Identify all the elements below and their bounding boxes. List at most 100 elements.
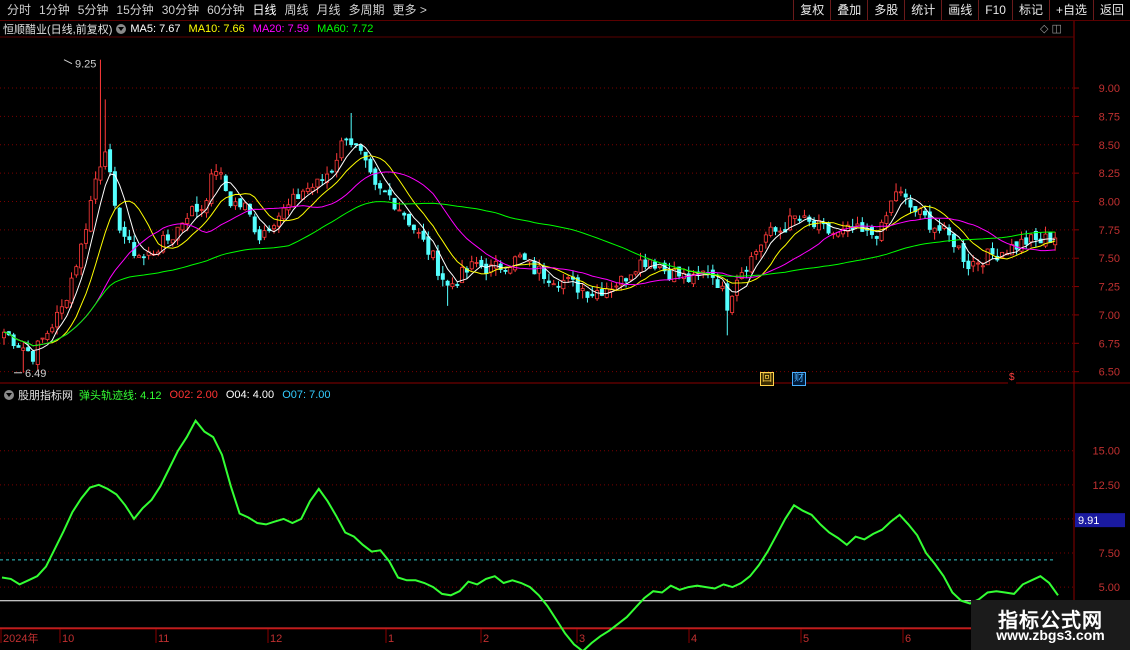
candle-body: [218, 172, 223, 175]
candle-body: [884, 215, 889, 224]
y-tick-label: 7.25: [1099, 282, 1120, 294]
candle-body: [484, 263, 489, 275]
candle-body: [69, 277, 74, 304]
y-tick-label: 5.00: [1099, 582, 1120, 594]
candle-body: [874, 236, 879, 239]
series-line-弹头轨迹线: [1, 418, 1059, 650]
candle-body: [344, 138, 349, 141]
candle-body: [1029, 234, 1034, 243]
y-tick-label: 9.00: [1099, 83, 1120, 95]
candle-body: [194, 203, 199, 212]
candle-body: [214, 171, 219, 176]
candle-body: [976, 262, 981, 265]
candle-body: [937, 225, 942, 231]
candle-body: [614, 285, 619, 288]
candle-body: [416, 232, 421, 234]
candle-body: [358, 144, 363, 151]
candle-body: [407, 213, 412, 226]
watermark-logo: 指标公式网 www.zbgs3.com: [971, 600, 1130, 650]
x-tick-label: 1: [388, 633, 394, 645]
candle-body: [79, 243, 84, 269]
candle-body: [329, 170, 334, 173]
annotation-label: 6.49: [25, 368, 46, 380]
candle-body: [2, 331, 7, 339]
candle-body: [382, 190, 387, 193]
watermark-url: www.zbgs3.com: [996, 627, 1105, 643]
candle-body: [305, 187, 310, 192]
candle-body: [971, 261, 976, 267]
y-tick-label: 8.75: [1099, 111, 1120, 123]
candle-body: [411, 224, 416, 231]
candle-body: [595, 290, 600, 300]
candle-body: [816, 220, 821, 231]
candle-body: [503, 269, 508, 272]
candle-body: [349, 138, 354, 146]
candle-body: [734, 279, 739, 296]
candle-body: [802, 215, 807, 218]
candle-body: [855, 223, 860, 227]
candle-body: [1048, 231, 1053, 243]
candle-body: [585, 291, 590, 298]
x-tick-label: 11: [158, 633, 169, 645]
candle-body: [127, 236, 132, 241]
candle-body: [233, 201, 238, 207]
candle-body: [894, 191, 899, 202]
y-tick-label: 7.00: [1099, 310, 1120, 322]
candle-body: [435, 250, 440, 276]
candle-body: [701, 270, 706, 273]
candle-body: [83, 229, 88, 244]
buyback-badge[interactable]: 回: [760, 372, 774, 386]
candle-body: [141, 256, 146, 259]
candle-body: [537, 265, 542, 274]
candle-body: [228, 191, 233, 207]
x-tick-label: 4: [691, 633, 697, 645]
candle-body: [517, 254, 522, 258]
candle-body: [1024, 237, 1029, 245]
y-tick-label: 12.50: [1092, 480, 1120, 492]
candle-body: [238, 198, 243, 208]
dividend-badge[interactable]: $: [1008, 372, 1016, 384]
candle-body: [566, 277, 571, 279]
candle-body: [628, 274, 633, 281]
candle-body: [320, 179, 325, 181]
candle-body: [59, 306, 64, 314]
candle-body: [64, 299, 69, 308]
candle-body: [860, 222, 865, 232]
candle-body: [657, 265, 662, 268]
candle-body: [397, 209, 402, 212]
candle-body: [715, 279, 720, 289]
x-tick-label: 6: [905, 633, 911, 645]
candle-body: [1014, 241, 1019, 250]
y-tick-label: 7.50: [1099, 548, 1120, 560]
y-tick-label: 6.75: [1099, 338, 1120, 350]
y-tick-label: 6.50: [1099, 367, 1120, 379]
current-value-label: 9.91: [1078, 515, 1099, 527]
candle-body: [792, 215, 797, 219]
candle-body: [508, 267, 513, 274]
candle-body: [580, 288, 585, 292]
candle-body: [469, 261, 474, 270]
candle-body: [117, 207, 122, 231]
candle-body: [759, 244, 764, 252]
candle-body: [633, 271, 638, 275]
candle-body: [990, 248, 995, 255]
candle-body: [190, 206, 195, 217]
candle-body: [720, 285, 725, 290]
y-tick-label: 8.00: [1099, 196, 1120, 208]
candle-body: [1019, 238, 1024, 252]
candle-body: [455, 284, 460, 286]
candle-body: [532, 260, 537, 275]
candle-body: [137, 255, 142, 258]
candle-body: [889, 200, 894, 213]
candle-body: [730, 295, 735, 313]
candle-body: [262, 230, 267, 238]
finance-badge[interactable]: 财: [792, 372, 806, 386]
candle-body: [474, 262, 479, 264]
y-tick-label: 15.00: [1092, 446, 1120, 458]
candle-body: [421, 230, 426, 240]
candle-body: [165, 234, 170, 241]
x-tick-label: 2: [483, 633, 489, 645]
candle-body: [93, 178, 98, 200]
candle-body: [252, 216, 257, 233]
candle-body: [291, 193, 296, 208]
